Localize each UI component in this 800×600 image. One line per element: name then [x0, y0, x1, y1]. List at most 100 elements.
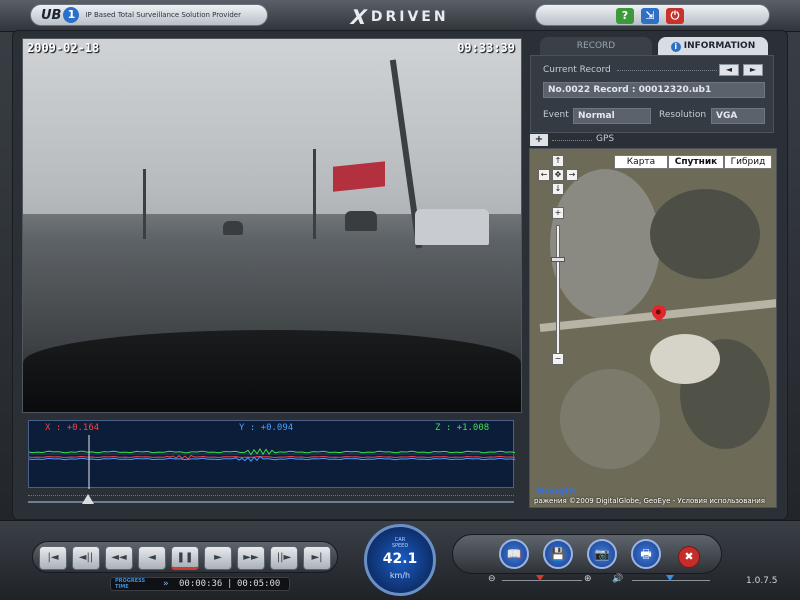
logo-x-mark: X	[348, 5, 371, 29]
track-dots	[28, 495, 514, 497]
track-line	[28, 501, 514, 503]
video-pole	[143, 169, 146, 239]
current-time: 00:00:36	[179, 579, 223, 589]
help-button[interactable]: ?	[616, 8, 634, 24]
record-value: No.0022 Record : 00012320.ub1	[543, 82, 765, 98]
save-icon[interactable]: 💾	[543, 539, 573, 569]
track-thumb[interactable]	[82, 494, 94, 504]
video-pole	[313, 149, 316, 239]
map-type-hybrid[interactable]: Гибрид	[724, 155, 772, 169]
map-quarry	[650, 334, 720, 384]
brand-one-icon: 1	[63, 7, 80, 23]
gps-separator	[552, 140, 592, 141]
brand-badge: UB 1 IP Based Total Surveillance Solutio…	[30, 4, 268, 26]
current-record-separator	[617, 70, 717, 71]
video-dashboard	[23, 329, 521, 412]
book-icon[interactable]: 📖	[499, 539, 529, 569]
next-record-button[interactable]: ►	[743, 64, 763, 76]
gsensor-graph[interactable]: X : +0.164 Y : +0.094 Z : +1.008	[28, 420, 515, 489]
rewind-button[interactable]: ◄◄	[105, 546, 133, 570]
play-reverse-button[interactable]: ◄	[138, 546, 166, 570]
video-view[interactable]: 2009-02-18 09:33:39	[22, 38, 522, 413]
time-separator: |	[227, 579, 233, 589]
gps-label: GPS	[596, 134, 615, 144]
zoom-slider-thumb[interactable]	[536, 575, 544, 581]
gps-bar: + GPS	[530, 134, 774, 148]
tab-information[interactable]: i INFORMATION	[658, 37, 768, 55]
event-value: Normal	[573, 108, 651, 124]
progress-time: PROGRESS TIME » 00:00:36 | 00:05:00	[110, 577, 290, 591]
zoom-minus-icon[interactable]: ⊖	[488, 574, 496, 584]
zoom-slider[interactable]	[502, 575, 582, 586]
pan-center-icon[interactable]: ✥	[552, 169, 564, 181]
play-button[interactable]: ►	[204, 546, 232, 570]
zoom-knob[interactable]	[551, 257, 565, 262]
info-tabs: RECORD i INFORMATION	[540, 37, 770, 55]
map-terrain	[650, 189, 760, 279]
speed-label-2: SPEED	[391, 543, 409, 549]
step-back-button[interactable]: ◄||	[72, 546, 100, 570]
map-type-satellite[interactable]: Спутник	[668, 155, 724, 169]
window-controls: ? ⇲ ⏻	[535, 4, 770, 26]
brand-tagline: IP Based Total Surveillance Solution Pro…	[85, 11, 241, 19]
speed-value: 42.1	[382, 551, 418, 567]
speedometer: CAR SPEED 42.1 km/h	[364, 524, 436, 596]
playback-controls: |◄ ◄|| ◄◄ ◄ ❚❚ ► ►► ||► ►|	[32, 541, 338, 573]
video-time: 09:33:39	[457, 41, 515, 55]
progress-time-label: PROGRESS TIME	[115, 578, 145, 590]
record-tab-label: RECORD	[576, 41, 616, 51]
video-car	[223, 221, 243, 235]
resolution-value: VGA	[711, 108, 765, 124]
gps-expand-button[interactable]: +	[530, 134, 548, 146]
brand-ub-text: UB	[41, 7, 62, 23]
tab-record[interactable]: RECORD	[540, 37, 652, 55]
version-label: 1.0.7.5	[746, 576, 778, 586]
map-terrain	[560, 369, 660, 469]
event-label: Event	[543, 110, 569, 120]
google-logo: Google	[536, 486, 576, 497]
resolution-label: Resolution	[659, 110, 707, 120]
prev-record-button[interactable]: ◄	[719, 64, 739, 76]
playback-track[interactable]	[28, 492, 514, 506]
zoom-track[interactable]	[556, 225, 560, 355]
print-icon[interactable]: 🖶	[631, 539, 661, 569]
zoom-out-icon[interactable]: −	[552, 353, 564, 365]
speed-unit: km/h	[389, 571, 411, 580]
information-panel: Current Record ◄ ► No.0022 Record : 0001…	[530, 55, 774, 133]
pan-right-icon[interactable]: →	[566, 169, 578, 181]
step-forward-button[interactable]: ||►	[270, 546, 298, 570]
xdriven-logo: X DRIVEN	[320, 5, 480, 29]
progress-label-2: TIME	[115, 584, 129, 590]
map-type-map[interactable]: Карта	[614, 155, 668, 169]
volume-icon[interactable]: 🔊	[612, 574, 623, 584]
zoom-in-icon[interactable]: +	[552, 207, 564, 219]
video-car	[345, 211, 377, 231]
zoom-plus-icon[interactable]: ⊕	[584, 574, 592, 584]
progress-arrow-icon: »	[163, 579, 169, 589]
pan-up-icon[interactable]: ↑	[552, 155, 564, 167]
skip-end-button[interactable]: ►|	[303, 546, 331, 570]
gsensor-plot	[29, 435, 515, 489]
pause-button[interactable]: ❚❚	[171, 546, 199, 570]
map-terrain	[550, 169, 660, 319]
title-bar: UB 1 IP Based Total Surveillance Solutio…	[0, 0, 800, 32]
minimize-button[interactable]: ⇲	[641, 8, 659, 24]
settings-tools-icon[interactable]: ✖	[678, 546, 700, 568]
information-tab-label: INFORMATION	[683, 41, 756, 51]
total-time: 00:05:00	[237, 579, 281, 589]
fast-forward-button[interactable]: ►►	[237, 546, 265, 570]
volume-slider-thumb[interactable]	[666, 575, 674, 581]
info-icon: i	[670, 42, 681, 52]
app-window: UB 1 IP Based Total Surveillance Solutio…	[0, 0, 800, 600]
close-button[interactable]: ⏻	[666, 8, 684, 24]
current-record-label: Current Record	[543, 65, 611, 75]
gps-map[interactable]: Карта Спутник Гибрид ↑ ← ✥ → ↓ + − Googl…	[529, 148, 777, 508]
volume-slider[interactable]	[632, 575, 710, 586]
camera-icon[interactable]: 📷	[587, 539, 617, 569]
pan-left-icon[interactable]: ←	[538, 169, 550, 181]
pin-dot	[654, 308, 662, 316]
logo-text: DRIVEN	[370, 9, 449, 25]
skip-start-button[interactable]: |◄	[39, 546, 67, 570]
map-copyright: ражения ©2009 DigitalGlobe, GeoEye - Усл…	[534, 497, 765, 505]
pan-down-icon[interactable]: ↓	[552, 183, 564, 195]
